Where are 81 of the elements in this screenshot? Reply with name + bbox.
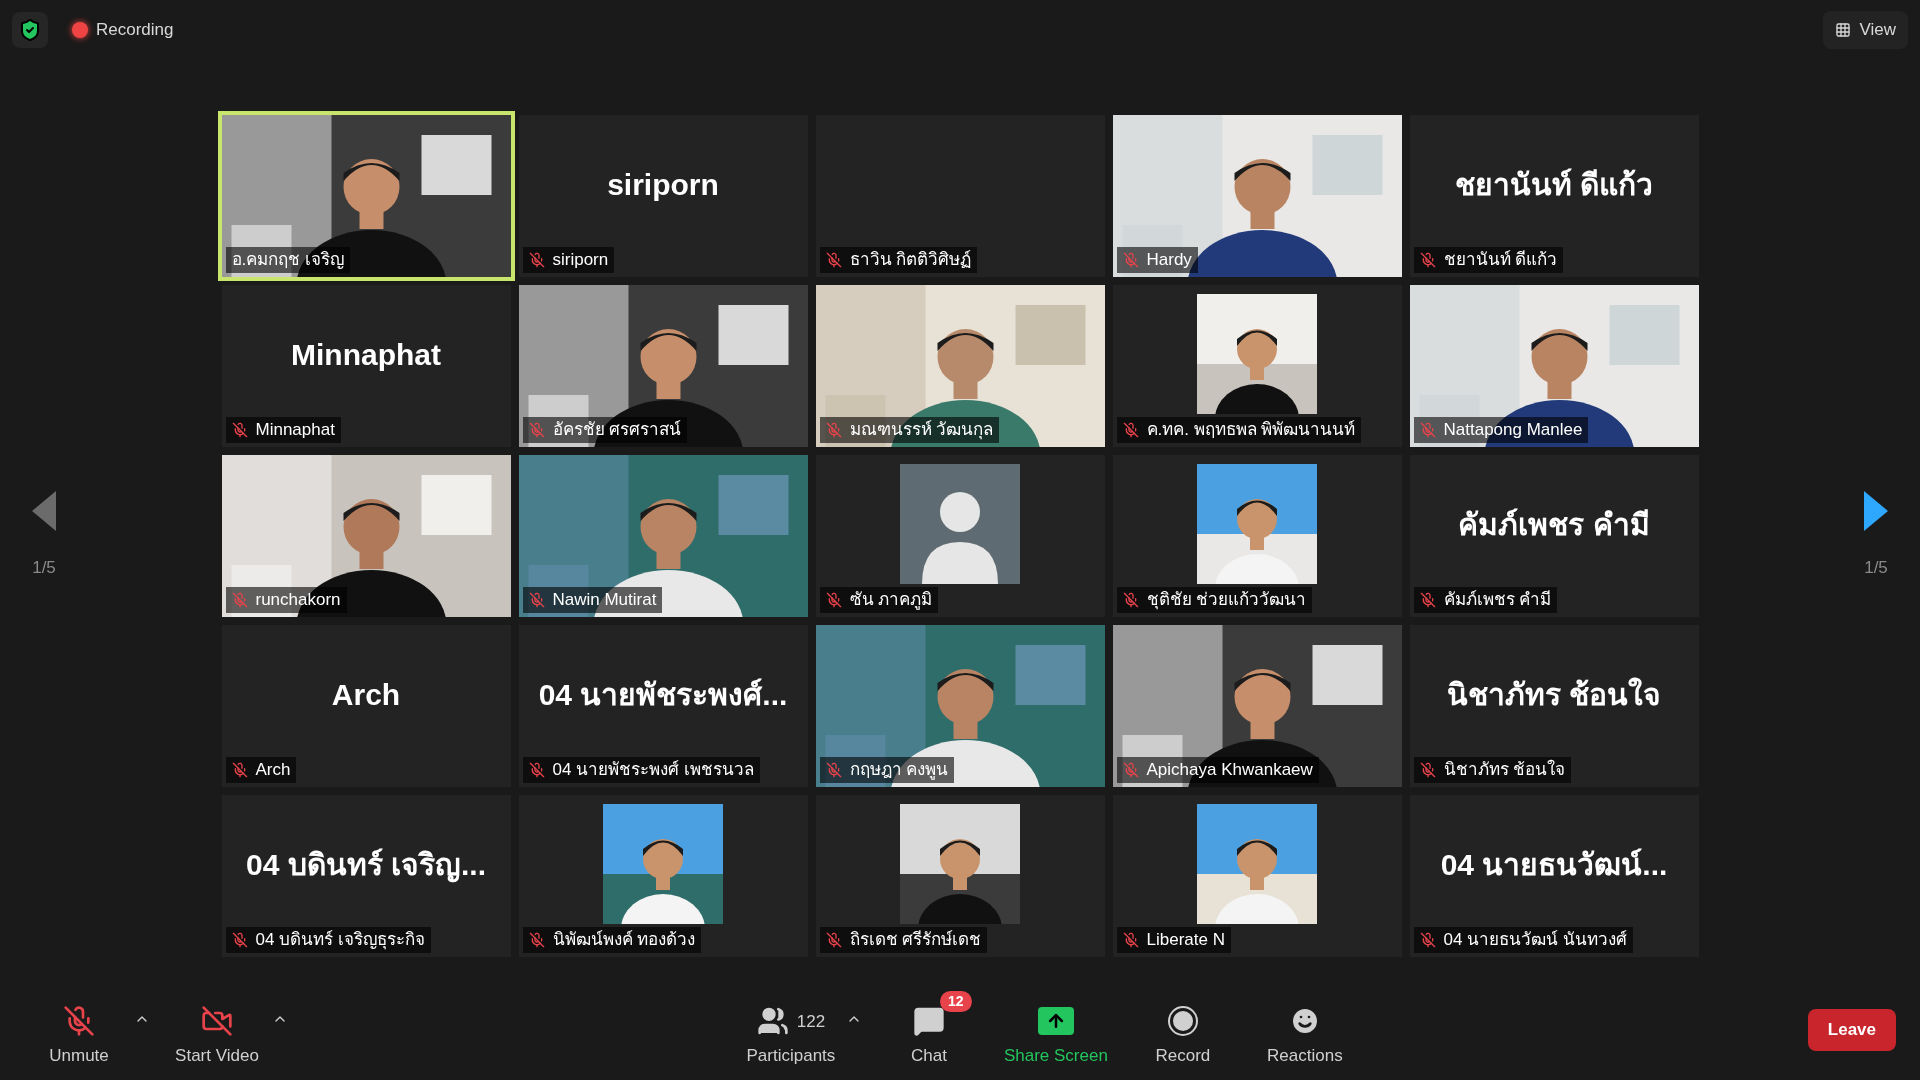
video-tile[interactable]: ชยานันท์ ดีแก้ว ชยานันท์ ดีแก้ว: [1409, 115, 1699, 277]
share-screen-icon: [1037, 1007, 1074, 1036]
participant-display-name: นิชาภัทร ช้อนใจ: [1446, 676, 1662, 713]
grid-icon: [1835, 22, 1852, 38]
participant-display-name: siriporn: [607, 166, 719, 203]
video-tile[interactable]: Minnaphat Minnaphat: [221, 285, 511, 447]
participant-name: อัครชัย ศรศราสน์: [552, 419, 682, 441]
participant-name: ค.ทค. พฤทธพล พิพัฒนานนท์: [1146, 419, 1356, 441]
participant-display-name: 04 นายธนวัฒน์...: [1440, 846, 1668, 883]
participant-name: นิพัฒน์พงค์ ทองด้วง: [552, 929, 696, 951]
toolbar-button[interactable]: Unmute: [24, 991, 134, 1069]
participant-display-name: ชยานันท์ ดีแก้ว: [1454, 166, 1654, 203]
participant-name: Nawin Mutirat: [552, 589, 657, 611]
participant-name: ชยานันท์ ดีแก้ว: [1443, 249, 1558, 271]
participant-name: ซัน ภาคภูมิ: [849, 589, 933, 611]
video-tile[interactable]: 04 บดินทร์ เจริญ... 04 บดินทร์ เจริญธุระกิจ: [221, 795, 511, 957]
video-tile[interactable]: ชุติชัย ช่วยแก้ววัฒนา: [1112, 455, 1402, 617]
video-tile[interactable]: runchakorn: [221, 455, 511, 617]
toolbar-button[interactable]: Record: [1127, 991, 1238, 1069]
page-indicator: 1/5: [1864, 557, 1888, 580]
participant-name: Minnaphat: [255, 419, 335, 441]
participant-name: Hardy: [1146, 249, 1192, 271]
video-tile[interactable]: ค.ทค. พฤทธพล พิพัฒนานนท์: [1112, 285, 1402, 447]
record-icon: [1166, 1005, 1199, 1038]
toolbar-button[interactable]: 12 Chat: [873, 991, 984, 1069]
video-tile[interactable]: Hardy: [1112, 115, 1402, 277]
video-tile[interactable]: Apichaya Khwankaew: [1112, 625, 1402, 787]
recording-label: Recording: [96, 19, 174, 42]
participant-name: 04 นายธนวัฒน์ นันทวงศ์: [1443, 929, 1627, 951]
participant-name: คัมภ์เพชร คำมี: [1443, 589, 1552, 611]
video-tile[interactable]: ซัน ภาคภูมิ: [815, 455, 1105, 617]
participant-name: runchakorn: [255, 589, 341, 611]
leave-button[interactable]: Leave: [1807, 1009, 1896, 1051]
video-tile[interactable]: ถิรเดช ศรีรักษ์เดช: [815, 795, 1105, 957]
participant-name: Nattapong Manlee: [1443, 419, 1583, 441]
user-avatar-icon: [900, 464, 1020, 584]
participant-name: อ.คมกฤช เจริญ: [231, 249, 344, 271]
participant-name: ถิรเดช ศรีรักษ์เดช: [849, 929, 982, 951]
participant-display-name: 04 นายพัชระพงศ์...: [538, 676, 788, 713]
video-tile[interactable]: 04 นายพัชระพงศ์... 04 นายพัชระพงศ์ เพชรนวล: [518, 625, 808, 787]
participant-name: กฤษฎา คงพูน: [849, 759, 949, 781]
video-tile[interactable]: Nawin Mutirat: [518, 455, 808, 617]
view-button[interactable]: View: [1823, 11, 1908, 49]
video-tile[interactable]: กฤษฎา คงพูน: [815, 625, 1105, 787]
video-tile[interactable]: นิชาภัทร ช้อนใจ นิชาภัทร ช้อนใจ: [1409, 625, 1699, 787]
page-indicator: 1/5: [32, 557, 56, 580]
toolbar-button[interactable]: Reactions: [1249, 991, 1360, 1069]
video-tile[interactable]: Nattapong Manlee: [1409, 285, 1699, 447]
video-tile[interactable]: มณฑนรรห์ วัฒนกุล: [815, 285, 1105, 447]
video-tile[interactable]: 04 นายธนวัฒน์... 04 นายธนวัฒน์ นันทวงศ์: [1409, 795, 1699, 957]
muted-mic-icon: [63, 1005, 95, 1038]
participant-name: 04 บดินทร์ เจริญธุระกิจ: [255, 929, 425, 951]
video-tile[interactable]: siriporn siriporn: [518, 115, 808, 277]
video-tile[interactable]: Liberate N: [1112, 795, 1402, 957]
video-off-icon: [201, 1005, 233, 1038]
participant-display-name: Minnaphat: [291, 336, 441, 373]
chat-icon: [912, 1005, 945, 1038]
participant-name: ชุติชัย ช่วยแก้ววัฒนา: [1146, 589, 1307, 611]
participant-count: 122: [796, 1010, 826, 1033]
participant-name: Apichaya Khwankaew: [1146, 759, 1313, 781]
video-tile[interactable]: ธาวิน กิตติวิศิษฏ์: [815, 115, 1105, 277]
participant-name: มณฑนรรห์ วัฒนกุล: [849, 419, 994, 441]
video-tile[interactable]: Arch Arch: [221, 625, 511, 787]
participant-name: 04 นายพัชระพงศ์ เพชรนวล: [552, 759, 754, 781]
participant-name: นิชาภัทร ช้อนใจ: [1443, 759, 1566, 781]
security-shield-icon[interactable]: [18, 18, 42, 42]
next-page-arrow-icon[interactable]: [1864, 491, 1888, 532]
participant-display-name: Arch: [331, 676, 401, 713]
video-tile[interactable]: นิพัฒน์พงค์ ทองด้วง: [518, 795, 808, 957]
toolbar-button[interactable]: Start Video: [162, 991, 272, 1069]
participant-name: Arch: [255, 759, 291, 781]
participant-display-name: คัมภ์เพชร คำมี: [1458, 506, 1650, 543]
video-tile[interactable]: อัครชัย ศรศราสน์: [518, 285, 808, 447]
toolbar-button[interactable]: Share Screen: [995, 991, 1116, 1069]
participant-name: siriporn: [552, 249, 609, 271]
participant-name: Liberate N: [1146, 929, 1225, 951]
participant-name: ธาวิน กิตติวิศิษฏ์: [849, 249, 972, 271]
unread-badge: 12: [939, 991, 972, 1013]
video-tile[interactable]: คัมภ์เพชร คำมี คัมภ์เพชร คำมี: [1409, 455, 1699, 617]
toolbar-button[interactable]: 122 Participants: [735, 991, 846, 1069]
participant-display-name: 04 บดินทร์ เจริญ...: [245, 846, 486, 885]
